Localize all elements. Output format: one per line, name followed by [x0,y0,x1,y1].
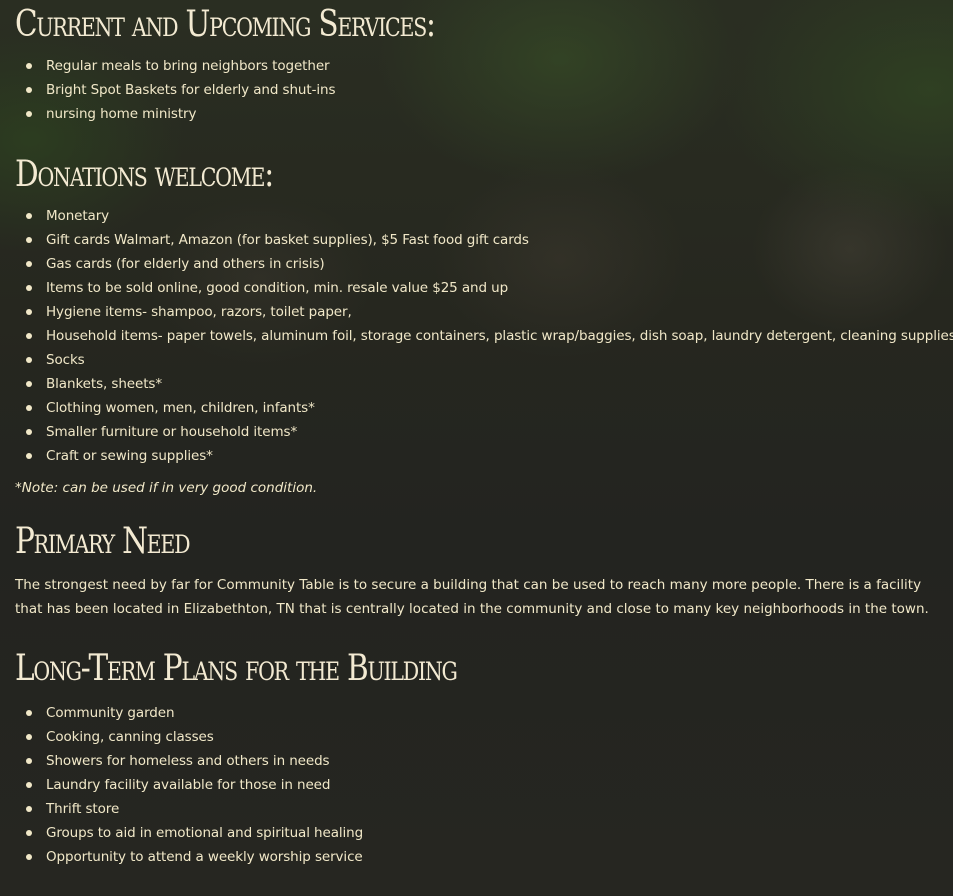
long-term-heading: Long-Term Plans for the Building [15,648,458,689]
list-item: Clothing women, men, children, infants* [26,396,938,420]
services-heading: Current and Upcoming Services: [15,4,436,45]
services-section: Current and Upcoming Services: Regular m… [15,0,938,126]
primary-need-body: The strongest need by far for Community … [15,577,929,617]
donations-section: Donations welcome: Monetary Gift cards W… [15,149,953,500]
list-item: nursing home ministry [26,102,938,126]
list-item: Showers for homeless and others in needs [26,749,938,773]
donations-heading: Donations welcome: [15,154,274,195]
list-item: Monetary [26,204,938,228]
list-item: Household items- paper towels, aluminum … [26,324,953,348]
long-term-section: Long-Term Plans for the Building Communi… [15,643,938,869]
donations-note: *Note: can be used if in very good condi… [15,480,318,496]
list-item: Community garden [26,701,938,725]
list-item: Cooking, canning classes [26,725,938,749]
list-item: Groups to aid in emotional and spiritual… [26,821,938,845]
list-item: Opportunity to attend a weekly worship s… [26,845,938,869]
list-item: Items to be sold online, good condition,… [26,276,938,300]
list-item: Socks [26,348,938,372]
long-term-list: Community garden Cooking, canning classe… [15,701,938,869]
donations-list: Monetary Gift cards Walmart, Amazon (for… [15,204,953,468]
list-item: Smaller furniture or household items* [26,420,938,444]
list-item: Regular meals to bring neighbors togethe… [26,54,938,78]
list-item: Craft or sewing supplies* [26,444,938,468]
services-list: Regular meals to bring neighbors togethe… [15,54,938,126]
list-item: Blankets, sheets* [26,372,938,396]
list-item: Gift cards Walmart, Amazon (for basket s… [26,228,938,252]
list-item: Laundry facility available for those in … [26,773,938,797]
page-content: Current and Upcoming Services: Regular m… [0,0,953,869]
primary-need-heading: Primary Need [15,521,191,562]
primary-need-section: Primary Need The strongest need by far f… [15,516,938,621]
list-item: Gas cards (for elderly and others in cri… [26,252,938,276]
list-item: Hygiene items- shampoo, razors, toilet p… [26,300,938,324]
list-item: Bright Spot Baskets for elderly and shut… [26,78,938,102]
list-item: Thrift store [26,797,938,821]
